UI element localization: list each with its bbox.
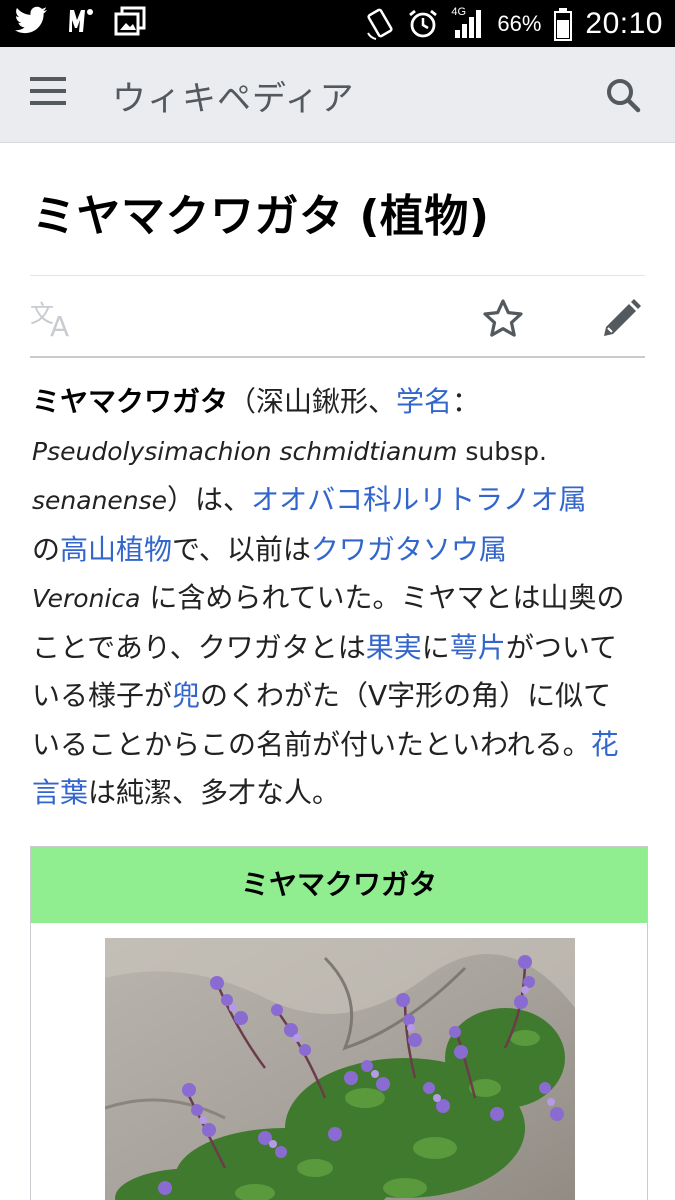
battery-icon [554, 7, 573, 41]
watch-star-icon[interactable] [482, 298, 524, 340]
battery-percent: 66% [497, 10, 542, 36]
text-run: ）は、 [167, 483, 252, 516]
link-helmet[interactable]: 兜 [172, 679, 200, 712]
menu-icon [30, 77, 66, 81]
text-run: で、以前は [172, 532, 311, 566]
link-alpine-plant[interactable]: 高山植物 [60, 533, 172, 566]
signal-icon [455, 10, 482, 38]
text-run: （深山鍬形、 [228, 385, 397, 418]
rotate-icon [367, 8, 393, 40]
status-bar: 4G 66% 20:10 [0, 0, 675, 47]
app-header: ウィキペディア [0, 47, 675, 143]
text-run: は純潔、多才な人。 [88, 776, 341, 809]
edit-pencil-icon[interactable] [600, 298, 642, 340]
link-genus[interactable]: オオバコ科ルリトラノオ属 [251, 483, 586, 516]
text-run: の [32, 532, 61, 566]
language-icon[interactable]: 文 A [30, 294, 80, 340]
svg-text:A: A [50, 310, 69, 340]
purple-flowers-photo [105, 938, 575, 1200]
article-lead-paragraph: ミヤマクワガタ（深山鍬形、学名： Pseudolysimachion schmid… [32, 378, 632, 818]
signal-indicator: 4G [451, 0, 485, 47]
text-run: に [421, 630, 450, 664]
clock: 20:10 [585, 6, 663, 40]
alarm-icon [409, 9, 438, 37]
link-gakumei[interactable]: 学名 [396, 385, 452, 418]
text-run: ： [452, 385, 481, 418]
link-sepal[interactable]: 萼片 [450, 631, 506, 664]
gallery-icon [114, 6, 146, 36]
notification-icon [69, 9, 93, 32]
status-right-icons: 4G 66% 20:10 [365, 0, 663, 47]
link-fruit[interactable]: 果実 [366, 631, 422, 664]
scientific-name: Pseudolysimachion schmidtianum [32, 436, 458, 466]
plant-photo[interactable] [105, 938, 575, 1200]
twitter-icon [14, 6, 48, 34]
infobox: ミヤマクワガタ [30, 846, 648, 1200]
scientific-veronica: Veronica [32, 584, 141, 613]
scientific-subspecies: senanense [32, 486, 168, 515]
search-icon[interactable] [603, 75, 643, 115]
text-run: subsp. [457, 436, 547, 466]
lead-term: ミヤマクワガタ [32, 385, 229, 418]
page-title: ミヤマクワガタ (植物) [32, 191, 490, 242]
link-veronica-genus[interactable]: クワガタソウ属 [311, 533, 507, 566]
app-title[interactable]: ウィキペディア [112, 71, 355, 120]
status-left-icons [14, 6, 146, 36]
page-actions-bar: 文 A [30, 276, 645, 358]
infobox-title: ミヤマクワガタ [31, 847, 647, 923]
menu-button[interactable] [30, 77, 70, 111]
